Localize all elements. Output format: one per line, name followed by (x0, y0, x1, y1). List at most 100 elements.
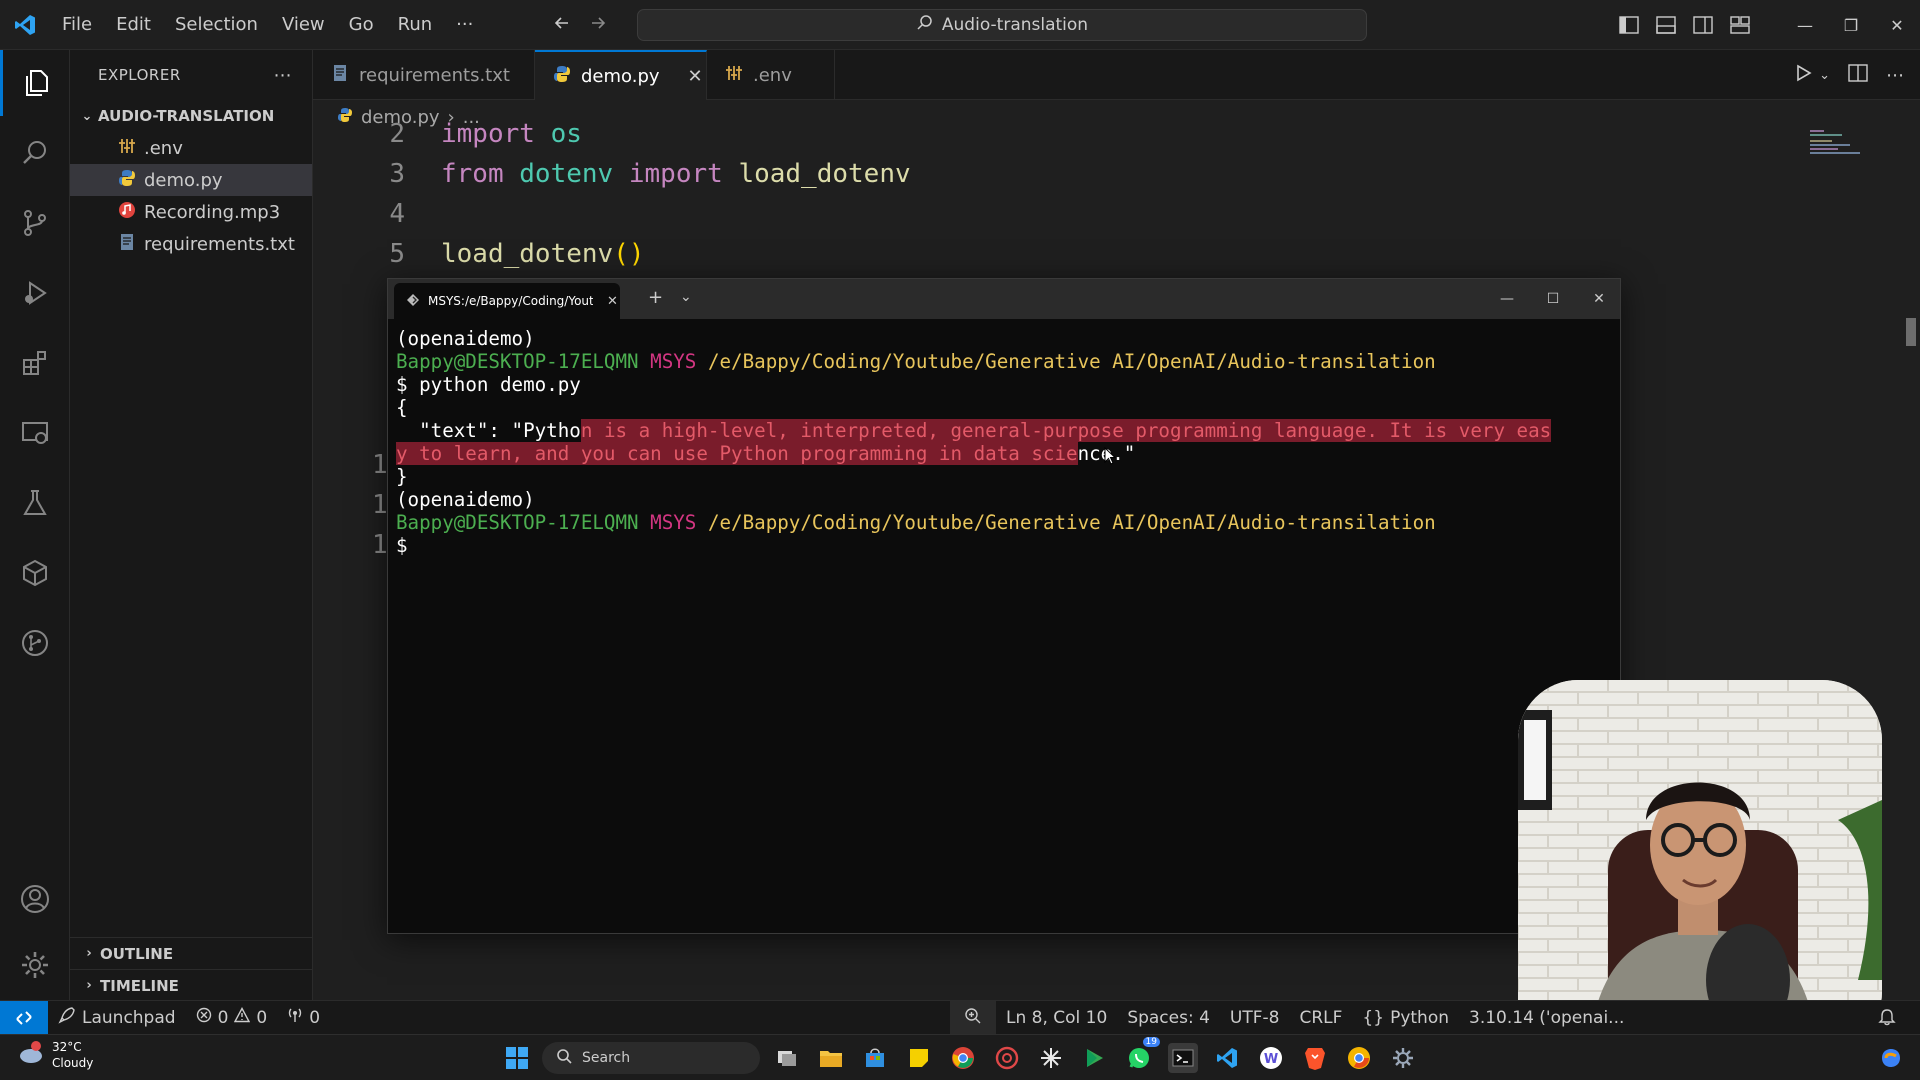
testing-flask-icon[interactable] (0, 470, 70, 536)
line-ending[interactable]: CRLF (1289, 1001, 1352, 1035)
selected-text: y to learn, and you can use Python progr… (396, 442, 1078, 465)
timeline-section[interactable]: › TIMELINE (70, 969, 313, 1001)
settings-gear-icon[interactable] (0, 932, 70, 998)
status-bar: Launchpad 0 0 0 Ln 8, Col 10 Spaces: 4 U… (0, 1000, 1920, 1035)
indentation[interactable]: Spaces: 4 (1117, 1001, 1220, 1035)
run-debug-icon[interactable] (0, 260, 70, 326)
accounts-icon[interactable] (0, 866, 70, 932)
taskbar-search[interactable]: Search (542, 1042, 760, 1074)
toggle-secondary-sidebar-icon[interactable] (1684, 0, 1721, 50)
chatgpt-icon[interactable] (992, 1043, 1022, 1073)
toggle-sidebar-icon[interactable] (1610, 0, 1647, 50)
msys-label: MSYS (650, 511, 697, 534)
close-tab-icon[interactable]: ✕ (688, 66, 703, 87)
maximize-icon[interactable]: ☐ (1530, 279, 1576, 319)
vscode-app-icon[interactable] (1212, 1043, 1242, 1073)
keyword-import: import (628, 159, 723, 189)
explorer-icon[interactable] (0, 50, 70, 116)
cloudy-weather-icon (16, 1039, 44, 1071)
minimize-icon[interactable]: — (1484, 279, 1530, 319)
ports-item[interactable]: 0 (277, 1001, 330, 1035)
customize-layout-icon[interactable] (1721, 0, 1758, 50)
workspace-folder[interactable]: ⌄ AUDIO-TRANSLATION (70, 100, 312, 132)
brave-icon[interactable] (1300, 1043, 1330, 1073)
notifications-bell-icon[interactable] (1878, 1008, 1896, 1031)
remote-explorer-icon[interactable] (0, 400, 70, 466)
terminal-line: { (396, 396, 1612, 419)
menu-more[interactable]: ··· (444, 0, 485, 50)
task-view-icon[interactable] (772, 1043, 802, 1073)
tab-demo-py[interactable]: demo.py ✕ (535, 50, 707, 100)
more-actions-icon[interactable]: ⋯ (274, 65, 293, 86)
sticky-notes-icon[interactable] (904, 1043, 934, 1073)
git-graph-icon[interactable] (0, 610, 70, 676)
microsoft-store-icon[interactable] (860, 1043, 890, 1073)
explorer-sidebar: EXPLORER ⋯ ⌄ AUDIO-TRANSLATION .env demo… (70, 50, 313, 1000)
python-interpreter[interactable]: 3.10.14 ('openai... (1459, 1001, 1634, 1035)
presenter-video-image (1518, 680, 1882, 1052)
gitlens-icon[interactable] (0, 540, 70, 606)
extensions-icon[interactable] (0, 330, 70, 396)
remote-indicator-icon[interactable] (0, 1000, 48, 1035)
split-editor-icon[interactable] (1848, 64, 1868, 86)
file-recording-mp3[interactable]: Recording.mp3 (70, 196, 312, 228)
problems-item[interactable]: 0 0 (186, 1001, 278, 1035)
command-center-search[interactable]: Audio-translation (637, 9, 1367, 41)
cursor-position[interactable]: Ln 8, Col 10 (996, 1001, 1117, 1035)
terminal-output[interactable]: (openaidemo) Bappy@DESKTOP-17ELQMN MSYS … (396, 327, 1612, 557)
user-host: Bappy@DESKTOP-17ELQMN (396, 511, 639, 534)
zoom-item[interactable] (950, 1001, 996, 1035)
run-file-icon[interactable] (1793, 63, 1813, 87)
chrome-icon[interactable] (948, 1043, 978, 1073)
terminal-tab[interactable]: MSYS:/e/Bappy/Coding/Youtube/Generative … (394, 283, 620, 319)
forward-arrow-icon[interactable] (588, 13, 608, 37)
chrome-canary-icon[interactable] (1344, 1043, 1374, 1073)
file-explorer-icon[interactable] (816, 1043, 846, 1073)
close-window-icon[interactable]: ✕ (1576, 279, 1622, 319)
close-window-icon[interactable]: ✕ (1874, 0, 1920, 50)
menu-file[interactable]: File (50, 0, 104, 50)
menu-edit[interactable]: Edit (104, 0, 163, 50)
copilot-icon[interactable] (1876, 1043, 1906, 1073)
windows-start-icon[interactable] (502, 1043, 532, 1073)
terminal-app-icon[interactable] (1168, 1043, 1198, 1073)
encoding[interactable]: UTF-8 (1220, 1001, 1290, 1035)
whatsapp-icon[interactable]: 19 (1124, 1037, 1160, 1073)
search-activity-icon[interactable] (0, 120, 70, 186)
new-tab-icon[interactable]: + (648, 287, 663, 308)
menu-run[interactable]: Run (386, 0, 445, 50)
chevron-down-icon[interactable]: ⌄ (680, 289, 692, 305)
restore-icon[interactable]: ❐ (1828, 0, 1874, 50)
menu-go[interactable]: Go (337, 0, 386, 50)
play-store-icon[interactable] (1080, 1043, 1110, 1073)
tab-env[interactable]: .env (707, 50, 835, 100)
back-arrow-icon[interactable] (552, 13, 572, 37)
terminal-window[interactable]: MSYS:/e/Bappy/Coding/Youtube/Generative … (387, 278, 1621, 934)
chevron-down-icon[interactable]: ⌄ (1819, 68, 1830, 83)
spark-icon[interactable] (1036, 1043, 1066, 1073)
minimap[interactable] (1810, 130, 1870, 160)
file-env[interactable]: .env (70, 132, 312, 164)
source-control-icon[interactable] (0, 190, 70, 256)
outline-section[interactable]: › OUTLINE (70, 937, 313, 969)
toggle-panel-icon[interactable] (1647, 0, 1684, 50)
file-requirements-txt[interactable]: requirements.txt (70, 228, 312, 260)
menu-selection[interactable]: Selection (163, 0, 270, 50)
explorer-header: EXPLORER ⋯ (70, 50, 312, 100)
tab-requirements[interactable]: requirements.txt (313, 50, 535, 100)
minimize-icon[interactable]: — (1782, 0, 1828, 50)
language-mode[interactable]: {} Python (1352, 1001, 1459, 1035)
menu-view[interactable]: View (270, 0, 337, 50)
launchpad-item[interactable]: Launchpad (48, 1001, 186, 1035)
w-app-icon[interactable]: W (1256, 1043, 1286, 1073)
weather-widget[interactable]: 32°C Cloudy (16, 1039, 93, 1071)
settings-app-icon[interactable] (1388, 1043, 1418, 1073)
file-demo-py[interactable]: demo.py (70, 164, 312, 196)
scrollbar-thumb[interactable] (1906, 318, 1916, 346)
terminal-title-bar: MSYS:/e/Bappy/Coding/Youtube/Generative … (388, 279, 1620, 319)
json-brace: } (396, 465, 408, 488)
function-call: load_dotenv (441, 239, 614, 269)
rocket-icon (58, 1006, 76, 1029)
close-tab-icon[interactable]: ✕ (607, 294, 618, 309)
more-actions-icon[interactable]: ⋯ (1886, 65, 1904, 86)
